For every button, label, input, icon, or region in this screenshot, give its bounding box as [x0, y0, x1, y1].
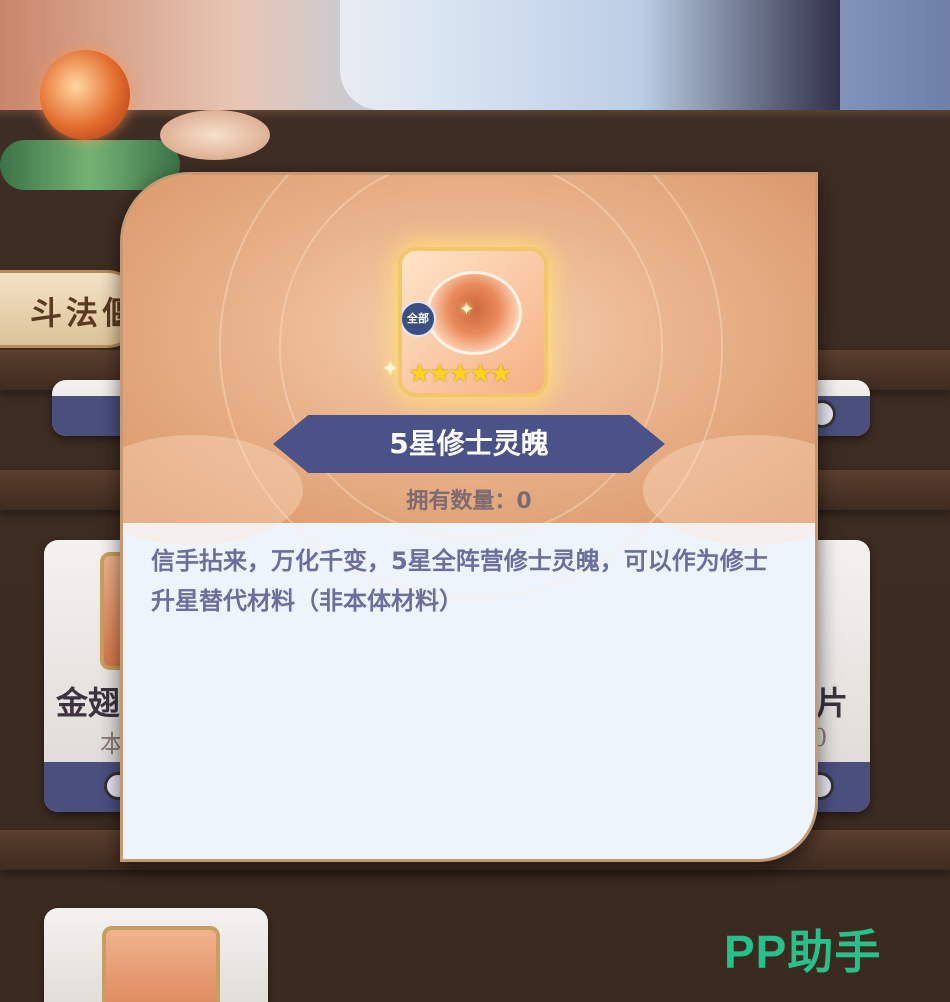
item-detail-dialog: 全部 ★★★★★ ✦ ✦ 5星修士灵魄 拥有数量：0 信手拈来，万化千变，5星全… — [120, 172, 818, 862]
sparkle-icon: ✦ — [381, 357, 400, 382]
card-title: 片 — [816, 684, 849, 722]
item-name: 5星修士灵魄 — [389, 427, 549, 460]
owned-label: 拥有数量： — [406, 489, 517, 514]
watermark: PP助手 — [724, 926, 882, 978]
owned-count: 拥有数量：0 — [123, 483, 815, 515]
faction-badge: 全部 — [402, 301, 436, 337]
card-title: 金翅 — [56, 684, 121, 722]
dialog-header: 全部 ★★★★★ ✦ ✦ 5星修士灵魄 拥有数量：0 — [123, 175, 815, 599]
item-thumbnail — [102, 926, 220, 1002]
sparkle-icon: ✦ — [459, 299, 475, 320]
character-art — [340, 0, 840, 110]
shop-card-bottom[interactable] — [44, 908, 268, 1002]
item-description: 信手拈来，万化千变，5星全阵营修士灵魄，可以作为修士升星替代材料（非本体材料） — [151, 547, 768, 615]
item-icon: 全部 ★★★★★ — [398, 247, 548, 397]
star-rating: ★★★★★ — [408, 359, 513, 389]
owned-value: 0 — [516, 489, 532, 514]
plate-decoration — [160, 110, 270, 160]
fire-orb-decoration — [40, 50, 130, 140]
